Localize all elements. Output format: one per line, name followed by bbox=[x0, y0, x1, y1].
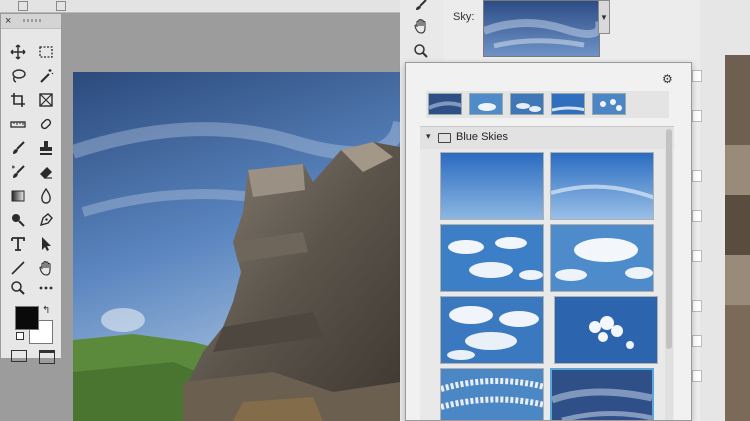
sky-preview-image bbox=[484, 1, 599, 56]
drag-grip-icon[interactable] bbox=[23, 19, 41, 22]
setting-field[interactable] bbox=[692, 110, 702, 122]
sky-thumbnail-grid bbox=[420, 149, 674, 420]
options-dropdown-icon[interactable] bbox=[56, 1, 66, 11]
gradient-tool-icon[interactable] bbox=[7, 186, 29, 206]
sky-thumbnail[interactable] bbox=[440, 224, 544, 292]
path-selection-tool-icon[interactable] bbox=[35, 234, 57, 254]
hand-tool-icon[interactable] bbox=[412, 17, 430, 35]
zoom-tool-icon[interactable] bbox=[7, 278, 29, 298]
sky-thumbnail[interactable] bbox=[554, 296, 658, 364]
sky-preview-thumbnail[interactable] bbox=[483, 0, 600, 57]
sky-thumbnail[interactable] bbox=[440, 152, 544, 220]
eyedropper-tool-icon[interactable] bbox=[7, 114, 29, 134]
grid-scrollbar[interactable] bbox=[665, 127, 673, 420]
recent-sky-thumb[interactable] bbox=[469, 93, 503, 115]
sky-thumbnail[interactable] bbox=[550, 224, 654, 292]
setting-field[interactable] bbox=[692, 210, 702, 222]
move-tool-icon[interactable] bbox=[7, 42, 29, 62]
sky-brush-tool-icon[interactable] bbox=[412, 0, 430, 14]
setting-field[interactable] bbox=[692, 250, 702, 262]
eraser-tool-icon[interactable] bbox=[35, 162, 57, 182]
brush-tool-icon[interactable] bbox=[7, 138, 29, 158]
recent-skies-tray bbox=[426, 91, 669, 118]
chevron-down-icon[interactable]: ▾ bbox=[426, 131, 431, 142]
screen-mode-icon[interactable] bbox=[39, 350, 55, 364]
sky-folder-header[interactable]: ▾ Blue Skies bbox=[420, 126, 674, 149]
options-tool-icon[interactable] bbox=[18, 1, 28, 11]
tools-panel-header[interactable]: × bbox=[1, 14, 61, 29]
quick-mask-icon[interactable] bbox=[11, 350, 27, 362]
scrollbar-thumb[interactable] bbox=[666, 129, 672, 349]
document-canvas[interactable] bbox=[73, 72, 400, 421]
sky-dropdown-button[interactable]: ▼ bbox=[598, 0, 610, 34]
setting-dropdown[interactable] bbox=[692, 335, 702, 347]
hand-tool-icon[interactable] bbox=[35, 258, 57, 278]
blur-tool-icon[interactable] bbox=[35, 186, 57, 206]
type-tool-icon[interactable] bbox=[7, 234, 29, 254]
setting-field[interactable] bbox=[692, 70, 702, 82]
gear-icon[interactable]: ⚙ bbox=[662, 72, 673, 86]
sky-picker-popover: ⚙ ▾ Blue Skies bbox=[405, 62, 692, 421]
lasso-tool-icon[interactable] bbox=[7, 66, 29, 86]
line-tool-icon[interactable] bbox=[7, 258, 29, 278]
tools-panel: × ↰ bbox=[0, 13, 62, 364]
setting-field[interactable] bbox=[692, 170, 702, 182]
swap-colors-icon[interactable]: ↰ bbox=[42, 305, 50, 316]
default-colors-icon[interactable] bbox=[16, 332, 24, 340]
marquee-tool-icon[interactable] bbox=[35, 42, 57, 62]
frame-tool-icon[interactable] bbox=[35, 90, 57, 110]
setting-field[interactable] bbox=[692, 300, 702, 312]
crop-tool-icon[interactable] bbox=[7, 90, 29, 110]
sky-thumbnail-selected[interactable] bbox=[550, 368, 654, 420]
sky-label: Sky: bbox=[453, 11, 475, 23]
sky-thumbnail[interactable] bbox=[440, 368, 544, 420]
options-bar bbox=[0, 0, 400, 13]
recent-sky-thumb[interactable] bbox=[592, 93, 626, 115]
canvas-photo bbox=[73, 72, 400, 421]
healing-brush-tool-icon[interactable] bbox=[35, 114, 57, 134]
clone-stamp-tool-icon[interactable] bbox=[35, 138, 57, 158]
setting-field[interactable] bbox=[692, 370, 702, 382]
pen-tool-icon[interactable] bbox=[35, 210, 57, 230]
sky-thumbnail[interactable] bbox=[440, 296, 544, 364]
sky-thumbnail[interactable] bbox=[550, 152, 654, 220]
close-icon[interactable]: × bbox=[5, 14, 11, 28]
history-brush-tool-icon[interactable] bbox=[7, 162, 29, 182]
zoom-tool-icon[interactable] bbox=[412, 42, 430, 60]
folder-icon bbox=[438, 133, 451, 143]
preview-photo-edge bbox=[725, 55, 750, 421]
recent-sky-thumb[interactable] bbox=[510, 93, 544, 115]
recent-sky-thumb[interactable] bbox=[428, 93, 462, 115]
recent-sky-thumb[interactable] bbox=[551, 93, 585, 115]
folder-name: Blue Skies bbox=[456, 131, 508, 143]
more-tools-icon[interactable] bbox=[35, 278, 57, 298]
chevron-down-icon: ▼ bbox=[600, 12, 608, 22]
foreground-color-swatch[interactable] bbox=[15, 306, 39, 330]
magic-wand-tool-icon[interactable] bbox=[35, 66, 57, 86]
dodge-tool-icon[interactable] bbox=[7, 210, 29, 230]
